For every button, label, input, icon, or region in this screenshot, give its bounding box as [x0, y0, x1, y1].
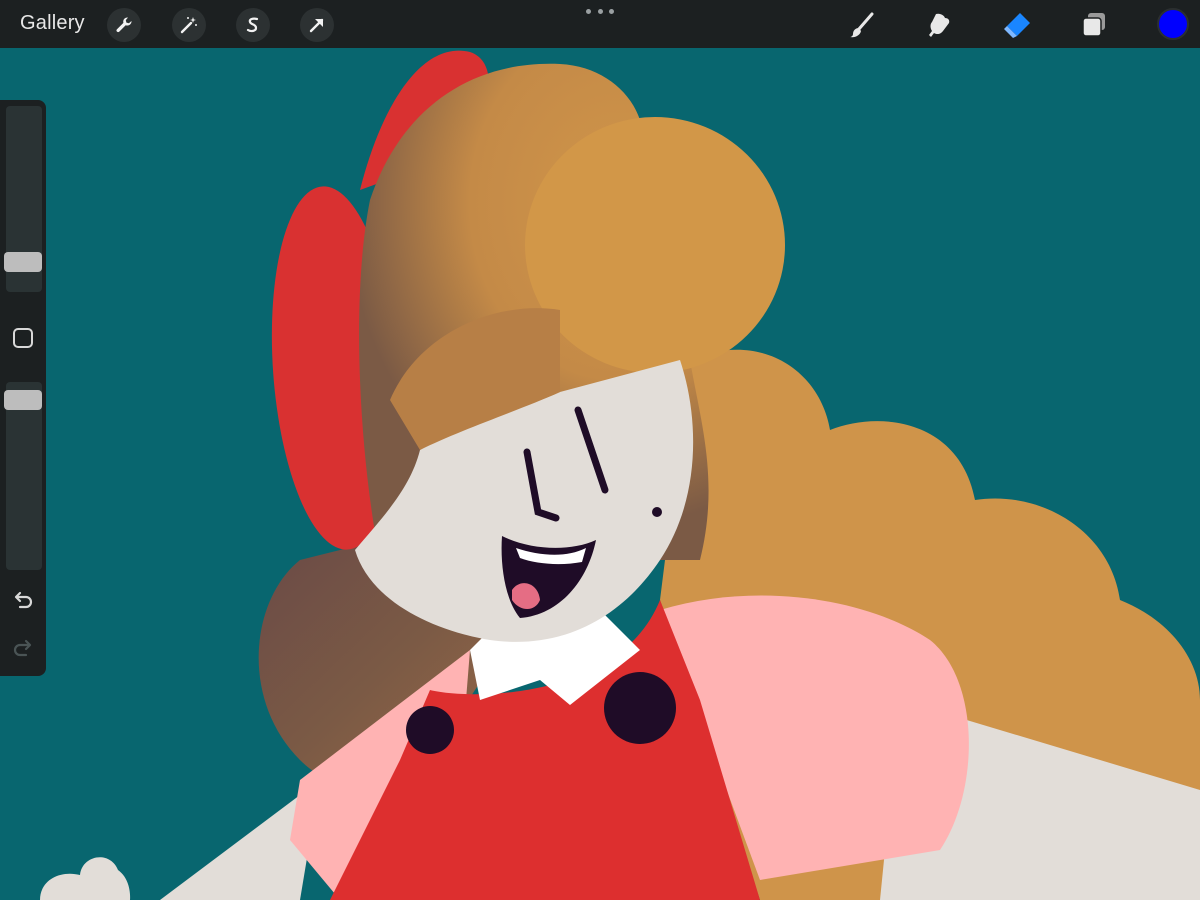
undo-button[interactable] [11, 589, 35, 613]
eraser-tool-button[interactable] [1000, 8, 1034, 42]
layers-icon [1082, 13, 1105, 37]
adjustments-button[interactable] [172, 8, 206, 42]
smudge-tool-button[interactable] [922, 8, 956, 42]
magic-wand-icon [180, 17, 197, 34]
transform-button[interactable] [300, 8, 334, 42]
dress-button-left [406, 706, 454, 754]
brush-size-thumb[interactable] [4, 252, 42, 272]
selection-button[interactable] [236, 8, 270, 42]
hair-top-highlight [525, 117, 785, 373]
gallery-button[interactable]: Gallery [20, 12, 85, 35]
mole [652, 507, 662, 517]
actions-button[interactable] [107, 8, 141, 42]
smudge-icon [929, 13, 950, 37]
opacity-thumb[interactable] [4, 390, 42, 410]
more-options-icon[interactable] [586, 4, 614, 18]
brush-icon [850, 12, 874, 38]
dress-button-right [604, 672, 676, 744]
brush-tool-button[interactable] [845, 8, 879, 42]
layers-button[interactable] [1077, 8, 1111, 42]
redo-button[interactable] [11, 637, 35, 661]
transform-arrow-icon [309, 18, 324, 33]
eraser-icon [1004, 13, 1030, 38]
undo-icon [14, 591, 33, 609]
redo-icon [13, 639, 32, 657]
drawing-canvas[interactable] [0, 0, 1200, 900]
wrench-icon [116, 17, 132, 33]
selection-s-icon [246, 17, 259, 33]
color-picker-button[interactable] [1157, 8, 1189, 40]
left-sidebar [0, 100, 46, 676]
top-toolbar: Gallery [0, 0, 1200, 48]
modify-button[interactable] [13, 328, 33, 348]
opacity-slider[interactable] [4, 382, 42, 570]
brush-size-slider[interactable] [4, 106, 42, 292]
